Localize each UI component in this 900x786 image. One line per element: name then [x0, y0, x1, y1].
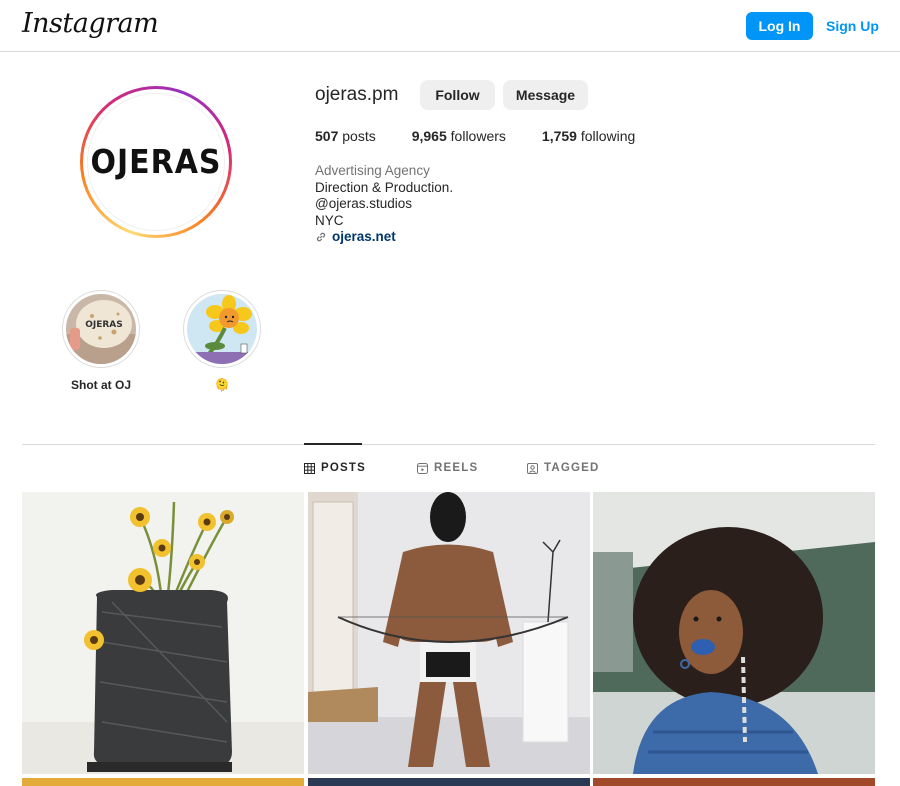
avatar-logo-image: OJERAS [87, 93, 225, 231]
tabs-divider [22, 444, 875, 445]
post-thumbnail[interactable] [308, 778, 590, 786]
bio-mention[interactable]: @ojeras.studios [315, 196, 453, 213]
highlight-sunflower-image [187, 294, 257, 364]
bio-category: Advertising Agency [315, 163, 430, 178]
login-button[interactable]: Log In [746, 12, 813, 40]
highlight-label: 🫠 [214, 378, 230, 392]
tagged-icon [527, 462, 538, 474]
post-thumbnail[interactable] [308, 492, 590, 774]
link-icon [316, 232, 326, 242]
tab-tagged[interactable]: TAGGED [527, 462, 600, 474]
avatar-logo-text: OJERAS [90, 142, 222, 182]
post-thumbnail[interactable] [593, 492, 875, 774]
highlight-tortilla-image: OJERAS [66, 294, 136, 364]
tab-posts[interactable]: POSTS [304, 462, 366, 474]
tab-reels[interactable]: REELS [417, 462, 478, 474]
follow-button[interactable]: Follow [420, 80, 495, 110]
active-tab-indicator [304, 443, 362, 445]
followers-count[interactable]: 9,965 followers [412, 128, 506, 144]
story-highlight[interactable]: 🫠 [182, 290, 262, 392]
highlight-label: Shot at OJ [70, 378, 131, 392]
following-count[interactable]: 1,759 following [542, 128, 635, 144]
profile-avatar[interactable]: OJERAS [80, 86, 232, 238]
post-sunflowers-image [22, 492, 304, 774]
svg-text:OJERAS: OJERAS [85, 320, 123, 330]
signup-link[interactable]: Sign Up [822, 12, 883, 40]
message-button[interactable]: Message [503, 80, 588, 110]
post-woman-portrait-image [593, 492, 875, 774]
post-thumbnail[interactable] [22, 492, 304, 774]
reels-icon [417, 462, 428, 474]
profile-username: ojeras.pm [315, 84, 399, 105]
story-highlight[interactable]: OJERAS Shot at OJ [61, 290, 141, 392]
grid-icon [304, 462, 315, 474]
post-masked-figure-image [308, 492, 590, 774]
posts-count: 507 posts [315, 128, 376, 144]
post-thumbnail[interactable] [593, 778, 875, 786]
top-nav-bar: Instagram Log In Sign Up [0, 0, 900, 52]
profile-stats: 507 posts 9,965 followers 1,759 followin… [315, 128, 671, 144]
bio-website-link[interactable]: ojeras.net [315, 229, 453, 246]
instagram-logo[interactable]: Instagram [22, 8, 159, 39]
post-thumbnail[interactable] [22, 778, 304, 786]
profile-bio: Advertising Agency Direction & Productio… [315, 163, 453, 246]
bio-line: NYC [315, 212, 344, 228]
bio-line: Direction & Production. [315, 179, 454, 195]
